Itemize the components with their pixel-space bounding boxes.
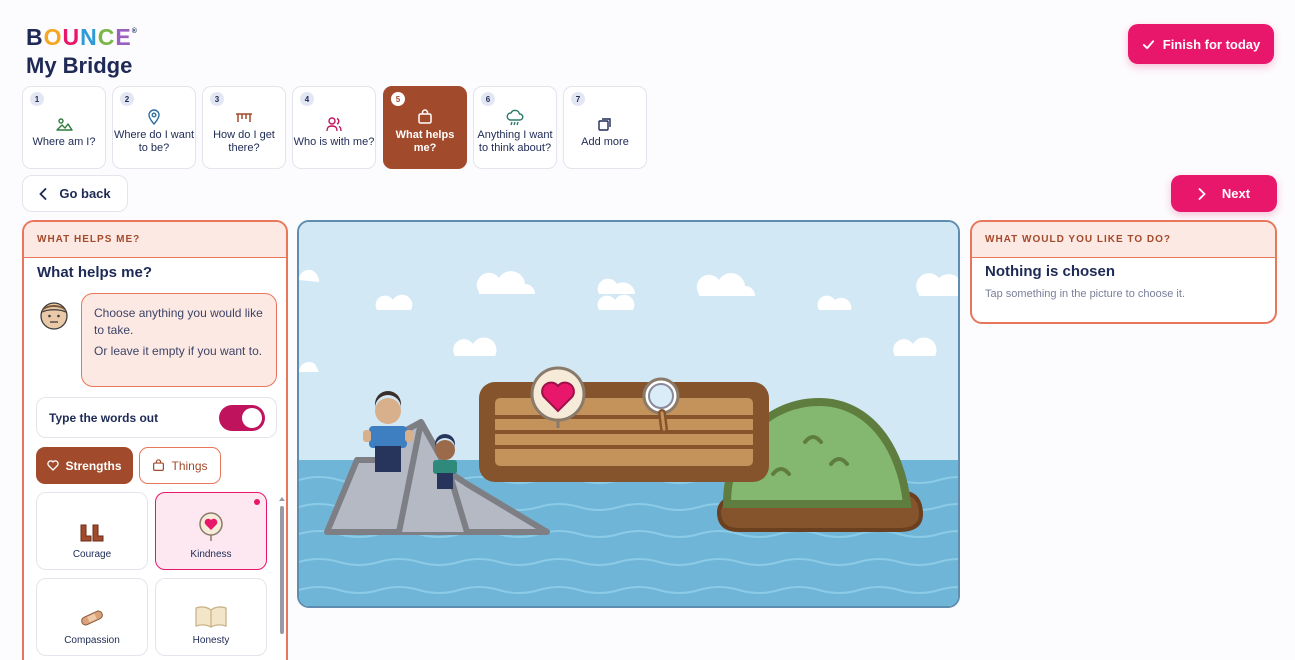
panel-title: What helps me? [37,264,153,281]
selected-dot [254,499,260,505]
panel-header: WHAT WOULD YOU LIKE TO DO? [972,222,1275,258]
heart-badge-icon [199,512,223,541]
guide-avatar-icon [40,302,68,330]
boots-icon [80,524,104,542]
page-title: My Bridge [26,53,133,78]
location-pin-icon [148,109,160,125]
step-what-helps-me[interactable]: 5 What helps me? [383,86,467,169]
go-back-button[interactable]: Go back [22,175,128,212]
tab-strengths[interactable]: Strengths [36,447,133,484]
next-button[interactable]: Next [1171,175,1277,212]
check-icon [1142,39,1154,49]
strength-card-honesty[interactable]: Honesty [155,578,267,656]
type-words-toggle-row[interactable]: Type the words out [36,397,277,438]
bag-icon [418,109,432,124]
landscape-icon [56,117,73,131]
chevron-right-icon [1198,187,1206,200]
finish-for-today-button[interactable]: Finish for today [1128,24,1274,64]
panel-header: WHAT HELPS ME? [24,222,286,258]
what-would-you-like-to-do-panel: WHAT WOULD YOU LIKE TO DO? Nothing is ch… [970,220,1277,324]
step-how-do-i-get-there[interactable]: 3 How do I get there? [202,86,286,169]
bounce-logo: BOUNCE® [26,24,138,50]
strength-card-courage[interactable]: Courage [36,492,148,570]
strength-card-kindness[interactable]: Kindness [155,492,267,570]
strength-card-compassion[interactable]: Compassion [36,578,148,656]
cloud-rain-icon [506,109,524,125]
copy-icon [598,117,611,131]
step-who-is-with-me[interactable]: 4 Who is with me? [292,86,376,169]
bag-icon [153,459,165,471]
bridge-icon [236,113,252,122]
what-helps-me-panel: WHAT HELPS ME? What helps me? Choose any… [22,220,288,660]
step-where-am-i[interactable]: 1 Where am I? [22,86,106,169]
tab-things[interactable]: Things [139,447,221,484]
selection-hint: Tap something in the picture to choose i… [985,288,1185,300]
type-words-switch[interactable] [219,404,265,431]
guide-speech-bubble: Choose anything you would like to take. … [81,293,277,387]
chevron-left-icon [39,187,47,200]
scroll-up-arrow-icon[interactable] [279,494,285,504]
step-anything-to-think-about[interactable]: 6 Anything I want to think about? [473,86,557,169]
bridge-scene[interactable] [297,220,960,608]
step-add-more[interactable]: 7 Add more [563,86,647,169]
step-where-do-i-want-to-be[interactable]: 2 Where do I want to be? [112,86,196,169]
open-book-icon [195,606,227,628]
scene-illustration [299,222,958,606]
selection-title: Nothing is chosen [985,263,1116,280]
scrollbar-thumb[interactable] [280,506,284,634]
people-icon [326,116,342,131]
heart-outline-icon [47,460,60,471]
bandage-icon [81,610,103,626]
